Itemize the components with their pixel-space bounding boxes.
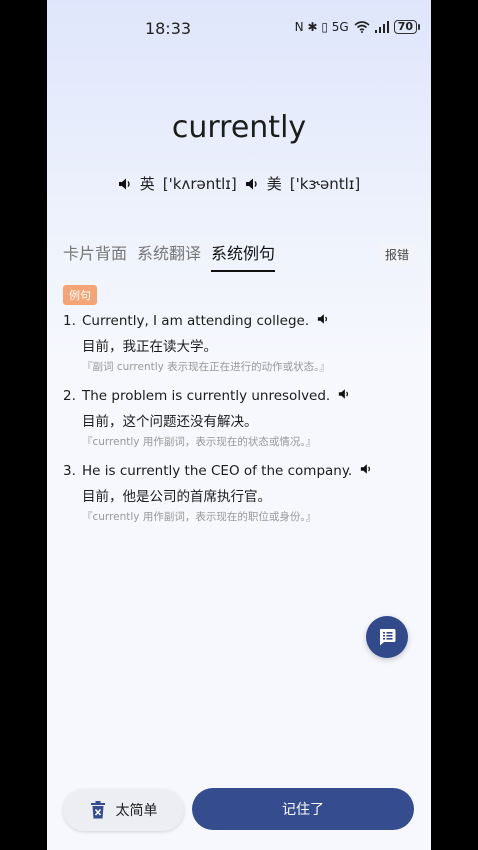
wifi-icon [354, 21, 370, 33]
list-item: 3. He is currently the CEO of the compan… [63, 463, 413, 524]
phonetic-us[interactable]: 美 ['kɝəntlɪ] [245, 173, 361, 194]
speaker-icon[interactable] [245, 177, 259, 191]
example-badge: 例句 [63, 285, 97, 305]
list-item: 1. Currently, I am attending college. 目前… [63, 313, 413, 374]
example-number: 1. [63, 313, 76, 329]
status-icons: N ✱ ▯ 5G 70 [294, 20, 421, 34]
status-indicator-icons: N ✱ ▯ 5G [294, 20, 349, 34]
example-english: He is currently the CEO of the company. [82, 463, 353, 479]
tab-card-back[interactable]: 卡片背面 [63, 240, 127, 272]
example-english: The problem is currently unresolved. [82, 388, 331, 404]
notes-fab-button[interactable] [366, 616, 408, 658]
battery-indicator: 70 [393, 20, 421, 34]
speaker-icon[interactable] [317, 313, 329, 329]
tab-system-examples[interactable]: 系统例句 [211, 240, 276, 272]
phonetic-region: 美 [266, 175, 282, 193]
list-item: 2. The problem is currently unresolved. … [63, 388, 413, 449]
example-number: 2. [63, 388, 76, 404]
report-error-button[interactable]: 报错 [378, 242, 415, 267]
remembered-button[interactable]: 记住了 [192, 788, 414, 830]
phonetic-uk[interactable]: 英 ['kʌrəntlɪ] [118, 173, 237, 194]
speaker-icon[interactable] [338, 388, 350, 404]
example-number: 3. [63, 463, 76, 479]
trash-icon [90, 801, 105, 819]
phonetic-ipa: ['kʌrəntlɪ] [162, 174, 237, 193]
example-note: 『currently 用作副词，表示现在的状态或情况。』 [82, 436, 317, 448]
speaker-icon[interactable] [118, 177, 132, 191]
example-chinese: 目前，这个问题还没有解决。 [82, 414, 258, 430]
example-chinese: 目前，他是公司的首席执行官。 [82, 489, 271, 505]
example-english: Currently, I am attending college. [82, 313, 310, 329]
example-list: 1. Currently, I am attending college. 目前… [63, 313, 413, 538]
phonetics-row: 英 ['kʌrəntlɪ] 美 ['kɝəntlɪ] [47, 173, 431, 194]
too-easy-button[interactable]: 太简单 [63, 789, 184, 831]
app-screen: 18:33 N ✱ ▯ 5G 70 currently 英 ['kʌrəntlɪ… [47, 0, 431, 850]
example-note: 『副词 currently 表示现在正在进行的动作或状态。』 [82, 361, 330, 373]
example-note: 『currently 用作副词，表示现在的职位或身份。』 [82, 511, 317, 523]
tab-system-translation[interactable]: 系统翻译 [137, 240, 201, 272]
status-time: 18:33 [144, 19, 192, 38]
signal-icon [374, 21, 389, 33]
speaker-icon[interactable] [360, 463, 372, 479]
status-bar: 18:33 N ✱ ▯ 5G 70 [47, 0, 431, 56]
headword: currently [171, 110, 307, 145]
too-easy-label: 太简单 [115, 803, 158, 819]
phonetic-ipa: ['kɝəntlɪ] [289, 174, 361, 193]
note-list-icon [380, 629, 396, 646]
tab-bar: 卡片背面 系统翻译 系统例句 [63, 240, 276, 272]
phonetic-region: 英 [139, 175, 155, 193]
example-chinese: 目前，我正在读大学。 [82, 339, 217, 355]
